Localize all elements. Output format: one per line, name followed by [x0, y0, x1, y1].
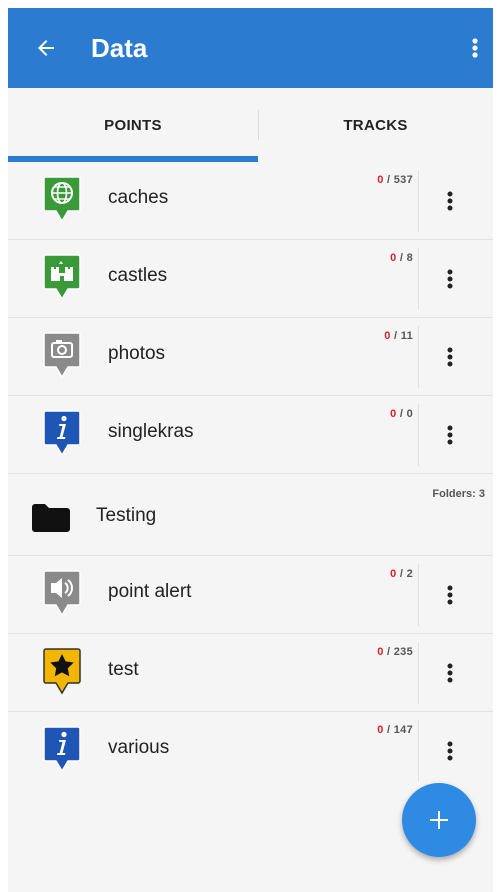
- item-menu-button[interactable]: [438, 651, 462, 695]
- list-item[interactable]: point alert 0 / 2: [8, 556, 493, 634]
- list-item[interactable]: castles 0 / 8: [8, 240, 493, 318]
- more-vertical-icon: [447, 663, 453, 683]
- more-vertical-icon: [447, 741, 453, 761]
- more-vertical-icon: [447, 347, 453, 367]
- item-menu-button[interactable]: [438, 413, 462, 457]
- arrow-left-icon: [38, 40, 54, 56]
- plus-icon: [430, 811, 448, 829]
- add-fab-button[interactable]: [402, 783, 476, 857]
- item-menu-button[interactable]: [438, 573, 462, 617]
- item-menu-button[interactable]: [438, 257, 462, 301]
- more-vertical-icon: [447, 585, 453, 605]
- point-count: 0 / 11: [384, 330, 413, 342]
- back-button[interactable]: [28, 30, 64, 66]
- more-vertical-icon: [447, 191, 453, 211]
- camera-icon: [43, 332, 81, 379]
- point-count: 0 / 0: [390, 408, 413, 420]
- divider: [418, 642, 419, 704]
- list-item-label: point alert: [108, 581, 192, 602]
- star-icon: [43, 648, 81, 695]
- tab-tracks[interactable]: TRACKS: [258, 88, 493, 162]
- list-item-label: photos: [108, 343, 166, 364]
- divider: [418, 326, 419, 388]
- folder-label: Testing: [96, 505, 157, 526]
- list-item-label: singlekras: [108, 421, 194, 442]
- divider: [418, 564, 419, 626]
- point-count: 0 / 537: [377, 174, 413, 186]
- divider: [418, 404, 419, 466]
- list-item[interactable]: various 0 / 147: [8, 712, 493, 790]
- point-count: 0 / 147: [377, 724, 413, 736]
- list-item-label: caches: [108, 187, 169, 208]
- info-icon: [43, 726, 81, 773]
- list-item-label: test: [108, 659, 139, 680]
- more-vertical-icon: [472, 38, 478, 58]
- divider: [418, 248, 419, 310]
- info-icon: [43, 410, 81, 457]
- list-item-label: castles: [108, 265, 168, 286]
- list-item-label: various: [108, 737, 170, 758]
- folder-item[interactable]: Testing Folders: 3: [8, 474, 493, 556]
- divider: [418, 720, 419, 782]
- item-menu-button[interactable]: [438, 179, 462, 223]
- list-item[interactable]: singlekras 0 / 0: [8, 396, 493, 474]
- folder-count: Folders: 3: [432, 488, 485, 500]
- tab-bar: POINTS TRACKS: [8, 88, 493, 162]
- point-count: 0 / 2: [390, 568, 413, 580]
- item-menu-button[interactable]: [438, 729, 462, 773]
- more-vertical-icon: [447, 269, 453, 289]
- page-title: Data: [91, 33, 148, 63]
- castle-icon: [43, 254, 81, 301]
- app-bar: Data: [8, 8, 493, 88]
- screen: Data POINTS TRACKS caches 0 / 537 castle…: [8, 8, 493, 892]
- list-item[interactable]: photos 0 / 11: [8, 318, 493, 396]
- more-vertical-icon: [447, 425, 453, 445]
- item-menu-button[interactable]: [438, 335, 462, 379]
- point-count: 0 / 235: [377, 646, 413, 658]
- divider: [418, 170, 419, 232]
- folder-icon: [32, 504, 70, 532]
- list-item[interactable]: test 0 / 235: [8, 634, 493, 712]
- overflow-menu-button[interactable]: [463, 30, 487, 66]
- speaker-icon: [43, 570, 81, 617]
- tab-points[interactable]: POINTS: [8, 88, 258, 162]
- list-item[interactable]: caches 0 / 537: [8, 162, 493, 240]
- globe-icon: [43, 176, 81, 223]
- point-count: 0 / 8: [390, 252, 413, 264]
